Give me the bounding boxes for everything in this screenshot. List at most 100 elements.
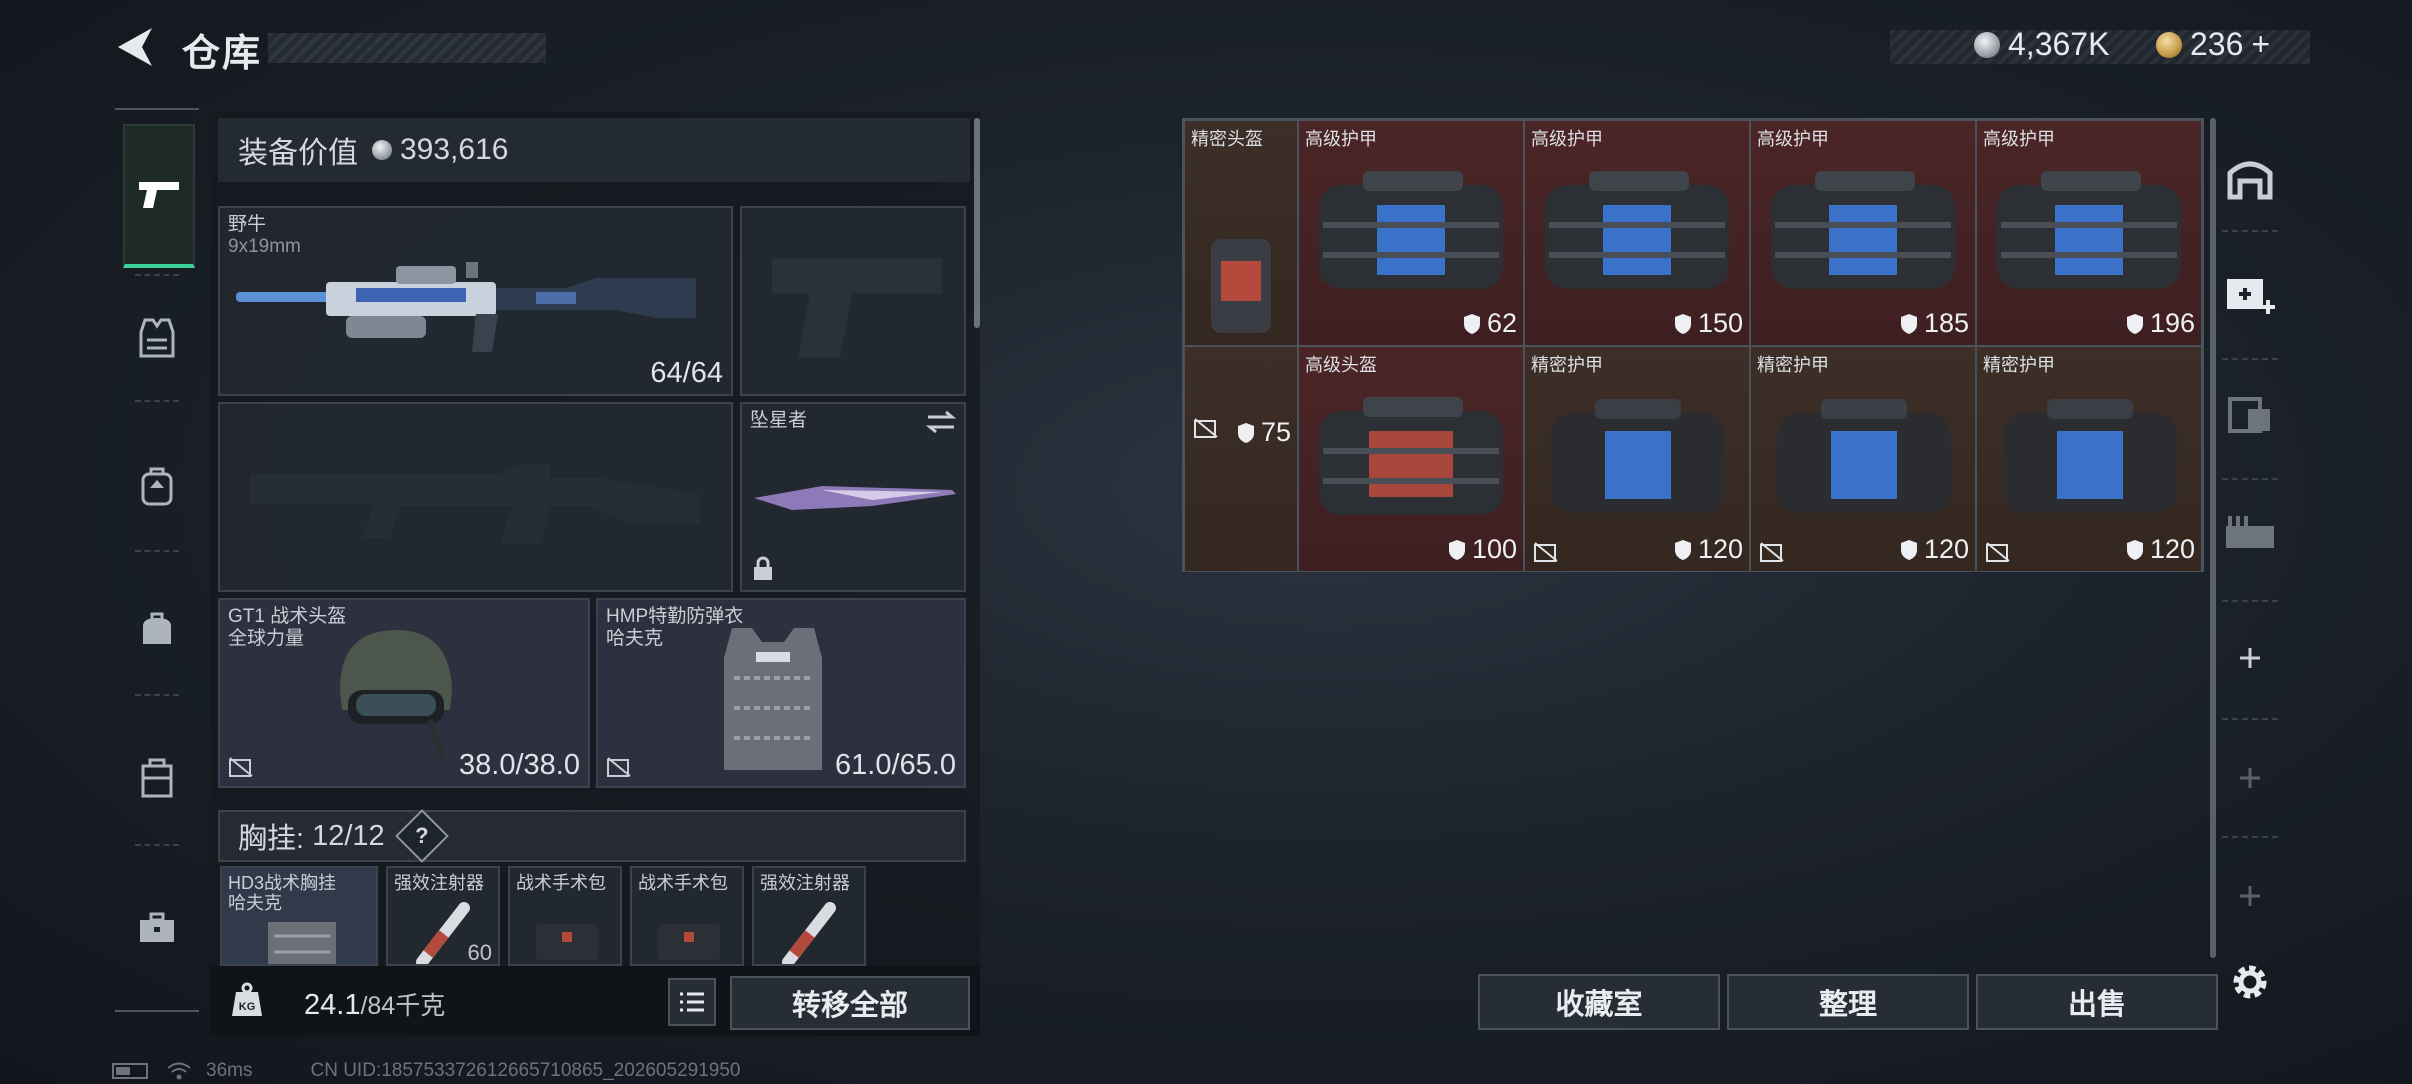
list-view-button[interactable] (668, 978, 716, 1026)
organize-button[interactable]: 整理 (1727, 974, 1969, 1030)
title-decoration (268, 33, 546, 63)
durability-shield-icon (1900, 539, 1917, 560)
chest-rig-count: 12/12 (312, 819, 385, 852)
silver-coin-icon (1974, 31, 2000, 58)
secondary-weapon-slot[interactable] (218, 402, 733, 592)
list-icon (680, 992, 704, 1012)
helmet-image (340, 630, 452, 761)
item-durability: 120 (1923, 534, 1969, 564)
nav-container[interactable] (125, 746, 189, 810)
pistol-silhouette (772, 258, 942, 358)
helmet-name: GT1 战术头盔 (228, 606, 347, 627)
nav-backpack[interactable] (125, 454, 189, 518)
injector-image (782, 902, 836, 964)
storage-tabs (2208, 118, 2292, 1038)
silver-coin-icon (372, 140, 392, 160)
item-label: 精密护甲 (1531, 355, 1603, 375)
helmet-slot[interactable]: GT1 战术头盔 全球力量 38.0/38.0 (218, 598, 590, 788)
user-uid: CN UID:18575337261266571086​5_2026052919… (310, 1060, 741, 1081)
equipment-scrollbar[interactable] (974, 118, 980, 328)
svg-text:KG: KG (239, 1001, 256, 1013)
storage-tab-tools[interactable] (2220, 502, 2280, 562)
storage-item[interactable]: 精密护甲 120 (1750, 346, 1976, 572)
durability-shield-icon (1674, 313, 1691, 334)
storage-item[interactable]: 高级护甲 196 (1976, 120, 2202, 346)
status-bar: 36ms CN UID:18575337261266571086​5_20260… (112, 1060, 740, 1082)
item-durability: 100 (1471, 534, 1517, 564)
battery-icon (112, 1063, 148, 1079)
collection-room-button[interactable]: 收藏室 (1478, 974, 1720, 1030)
melee-slot[interactable]: 坠星者 (740, 402, 966, 592)
helmet-brand: 全球力量 (228, 628, 305, 649)
wifi-icon (167, 1062, 191, 1080)
armor-bag-image (1997, 171, 2181, 289)
pistol-slot[interactable] (740, 206, 966, 396)
gold-coin-icon (2156, 31, 2182, 58)
nav-weapons[interactable] (123, 124, 195, 268)
chest-item-name: 强效注射器 (394, 873, 484, 893)
surgery-kit-image (658, 924, 720, 960)
item-label: 精密头盔 (1191, 129, 1263, 149)
item-durability: 196 (2149, 308, 2195, 338)
weapon-ammo: 64/64 (650, 357, 723, 389)
item-label: 高级头盔 (1305, 355, 1377, 375)
chest-rig-slot[interactable]: HD3战术胸挂 哈夫克 (220, 866, 378, 966)
item-durability: 120 (1697, 534, 1743, 564)
swap-icon[interactable] (926, 410, 956, 434)
nav-armor[interactable] (125, 306, 189, 370)
storage-item[interactable]: 高级护甲 150 (1524, 120, 1750, 346)
storage-item[interactable]: 精密护甲 120 (1524, 346, 1750, 572)
weight-icon: KG (232, 982, 262, 1016)
armor-bag-image (1319, 171, 1503, 289)
settings-button[interactable] (2220, 952, 2280, 1012)
storage-item[interactable]: 精密头盔 (1184, 120, 1298, 346)
storage-item[interactable]: 高级护甲 62 (1298, 120, 1524, 346)
help-button[interactable]: ? (394, 809, 449, 863)
gear-icon (2233, 965, 2267, 999)
armor-durability: 61.0/65.0 (835, 749, 956, 781)
nav-toolbox[interactable] (125, 896, 189, 960)
gold-add-button[interactable]: + (2251, 26, 2270, 63)
item-durability: 120 (2149, 534, 2195, 564)
plus-icon (2240, 886, 2260, 906)
chest-rig-name: HD3战术胸挂 (228, 873, 337, 893)
no-insurance-icon (1534, 542, 1558, 562)
transfer-all-button[interactable]: 转移全部 (730, 976, 970, 1030)
vest-icon (139, 318, 175, 358)
helmet-case-image (1211, 239, 1271, 333)
storage-tab-medical[interactable] (2220, 264, 2280, 324)
armor-slot[interactable]: HMP特勤防弹衣 哈夫克 61.0/65.0 (596, 598, 966, 788)
storage-tab-all[interactable] (2220, 148, 2280, 208)
bag-icon (143, 612, 171, 644)
durability-shield-icon (1900, 313, 1917, 334)
armor-bag-image (1551, 399, 1725, 513)
chest-item-slot[interactable]: 强效注射器 (752, 866, 866, 966)
chest-item-slot[interactable]: 战术手术包 (630, 866, 744, 966)
gold-currency[interactable]: 236 + (2156, 26, 2270, 63)
chest-item-slot[interactable]: 战术手术包 (508, 866, 622, 966)
storage-item[interactable]: 精密护甲 120 (1976, 346, 2202, 572)
sell-button[interactable]: 出售 (1976, 974, 2218, 1030)
no-insurance-icon (1986, 542, 2010, 562)
ping: 36ms (206, 1060, 253, 1081)
durability-shield-icon (1448, 539, 1465, 560)
storage-item-durability[interactable]: 75 (1184, 346, 1298, 572)
durability-shield-icon (1237, 422, 1254, 443)
armor-image (724, 628, 822, 770)
nav-bag[interactable] (125, 598, 189, 662)
item-label: 高级护甲 (1983, 129, 2055, 149)
storage-item[interactable]: 高级头盔 100 (1298, 346, 1524, 572)
rifle-silhouette (250, 464, 700, 544)
storage-tab-crates[interactable] (2220, 382, 2280, 442)
chest-item-qty: 60 (467, 940, 492, 965)
primary-weapon-slot[interactable]: 野牛 9x19mm 64/64 (218, 206, 733, 396)
add-tab-button[interactable] (2220, 628, 2280, 688)
chest-item-slot[interactable]: 强效注射器 60 (386, 866, 500, 966)
helmet-bag-image (1319, 397, 1503, 515)
storage-grid: 精密头盔 75 高级护甲 62 高级护甲 150 高级护甲 185 高级护甲 1… (1182, 118, 2204, 572)
storage-item[interactable]: 高级护甲 185 (1750, 120, 1976, 346)
durability-shield-icon (1463, 313, 1480, 334)
gold-amount: 236 (2190, 26, 2244, 62)
back-arrow-icon[interactable] (112, 24, 158, 70)
item-durability: 185 (1923, 308, 1969, 338)
